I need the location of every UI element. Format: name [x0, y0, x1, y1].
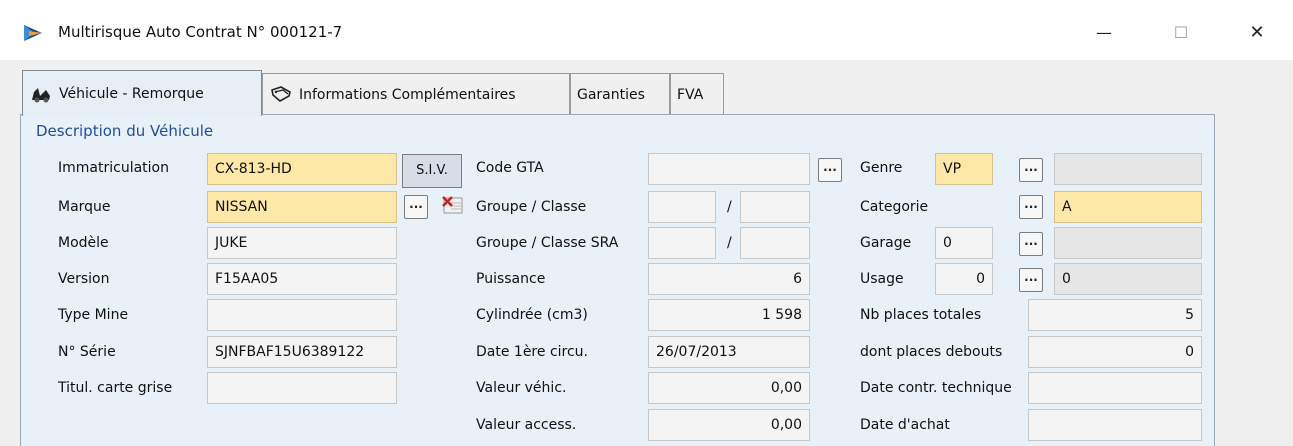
- type-mine-field[interactable]: [207, 299, 397, 331]
- usage-lookup-button[interactable]: ...: [1019, 268, 1043, 292]
- modele-label: Modèle: [58, 235, 109, 251]
- places-debout-label: dont places debouts: [860, 344, 1003, 360]
- tab-garanties[interactable]: Garanties: [570, 73, 670, 115]
- tab-label: FVA: [677, 86, 704, 103]
- app-logo-icon: [24, 25, 42, 41]
- garage-lookup-button[interactable]: ...: [1019, 232, 1043, 256]
- siv-button[interactable]: S.I.V.: [402, 154, 462, 188]
- groupe-classe-sra-separator: /: [727, 235, 732, 251]
- genre-label: Genre: [860, 160, 903, 176]
- titulaire-label: Titul. carte grise: [58, 380, 173, 396]
- date-achat-label: Date d'achat: [860, 417, 950, 433]
- groupe-classe-label: Groupe / Classe: [476, 199, 587, 215]
- close-button[interactable]: ✕: [1237, 18, 1277, 48]
- maximize-button[interactable]: ☐: [1161, 18, 1201, 48]
- title-bar: Multirisque Auto Contrat N° 000121-7 — ☐…: [0, 0, 1293, 60]
- groupe-classe-separator: /: [727, 199, 732, 215]
- cylindree-label: Cylindrée (cm3): [476, 307, 588, 323]
- groupe-classe-sra-label: Groupe / Classe SRA: [476, 235, 619, 251]
- date-achat-field[interactable]: [1028, 409, 1202, 441]
- delete-icon[interactable]: [441, 193, 465, 217]
- immatriculation-label: Immatriculation: [58, 160, 169, 176]
- tab-label: Informations Complémentaires: [299, 86, 516, 103]
- nb-places-label: Nb places totales: [860, 307, 982, 323]
- groupe-sra-field[interactable]: [648, 227, 716, 259]
- tab-label: Véhicule - Remorque: [59, 85, 204, 102]
- marque-field[interactable]: NISSAN: [207, 191, 397, 223]
- genre-field[interactable]: VP: [935, 153, 993, 185]
- version-label: Version: [58, 271, 110, 287]
- tags-icon: [271, 85, 291, 102]
- puissance-label: Puissance: [476, 271, 546, 287]
- usage-label: Usage: [860, 271, 904, 287]
- date-controle-field[interactable]: [1028, 372, 1202, 404]
- garage-description: [1054, 227, 1202, 259]
- valeur-access-field[interactable]: 0,00: [648, 409, 810, 441]
- version-field[interactable]: F15AA05: [207, 263, 397, 295]
- puissance-field[interactable]: 6: [648, 263, 810, 295]
- valeur-vehic-label: Valeur véhic.: [476, 380, 567, 396]
- cylindree-field[interactable]: 1 598: [648, 299, 810, 331]
- genre-description: [1054, 153, 1202, 185]
- marque-label: Marque: [58, 199, 111, 215]
- immatriculation-field[interactable]: CX-813-HD: [207, 153, 397, 185]
- date-circu-field[interactable]: 26/07/2013: [648, 336, 810, 368]
- places-debout-field[interactable]: 0: [1028, 336, 1202, 368]
- nb-places-field[interactable]: 5: [1028, 299, 1202, 331]
- valeur-access-label: Valeur access.: [476, 417, 577, 433]
- usage-field[interactable]: 0: [935, 263, 993, 295]
- marque-lookup-button[interactable]: ...: [404, 195, 428, 219]
- groupe-field[interactable]: [648, 191, 716, 223]
- categorie-lookup-button[interactable]: ...: [1019, 195, 1043, 219]
- genre-lookup-button[interactable]: ...: [1019, 158, 1043, 182]
- garage-label: Garage: [860, 235, 912, 251]
- garage-field[interactable]: 0: [935, 227, 993, 259]
- classe-field[interactable]: [740, 191, 810, 223]
- car-icon: [32, 87, 50, 102]
- classe-sra-field[interactable]: [740, 227, 810, 259]
- modele-field[interactable]: JUKE: [207, 227, 397, 259]
- tab-fva[interactable]: FVA: [670, 73, 724, 115]
- type-mine-label: Type Mine: [58, 307, 129, 323]
- serie-field[interactable]: SJNFBAF15U6389122: [207, 336, 397, 368]
- window-title: Multirisque Auto Contrat N° 000121-7: [58, 23, 343, 41]
- code-gta-label: Code GTA: [476, 160, 544, 176]
- categorie-field[interactable]: A: [1054, 191, 1202, 223]
- date-circu-label: Date 1ère circu.: [476, 344, 588, 360]
- date-controle-label: Date contr. technique: [860, 380, 1012, 396]
- section-title: Description du Véhicule: [36, 122, 214, 140]
- tab-informations-complementaires[interactable]: Informations Complémentaires: [262, 73, 570, 115]
- titulaire-field[interactable]: [207, 372, 397, 404]
- categorie-label: Categorie: [860, 199, 929, 215]
- tab-vehicule-remorque[interactable]: Véhicule - Remorque: [22, 70, 262, 116]
- code-gta-field[interactable]: [648, 153, 810, 185]
- valeur-vehic-field[interactable]: 0,00: [648, 372, 810, 404]
- tab-label: Garanties: [577, 86, 645, 103]
- minimize-button[interactable]: —: [1084, 18, 1124, 48]
- usage-description: 0: [1054, 263, 1202, 295]
- code-gta-lookup-button[interactable]: ...: [818, 158, 842, 182]
- serie-label: N° Série: [58, 344, 116, 360]
